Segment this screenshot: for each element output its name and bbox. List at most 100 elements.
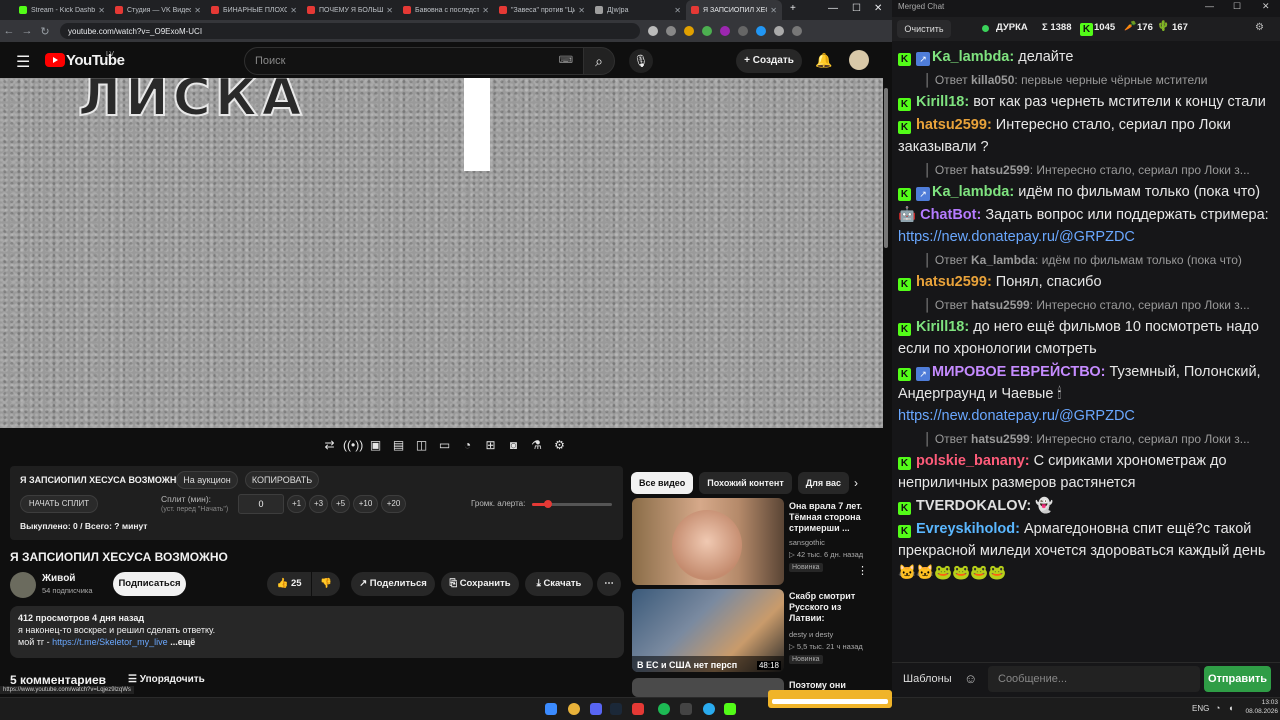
- chat-message[interactable]: K TVERDOKALOV: 👻: [898, 495, 1273, 517]
- alert-volume-slider[interactable]: [532, 500, 612, 508]
- tab-close-icon[interactable]: ✕: [194, 6, 201, 15]
- chat-settings-icon[interactable]: ⚙: [1255, 22, 1264, 33]
- chat-reply-context[interactable]: │ Ответ hatsu2599: Интересно стало, сери…: [898, 294, 1273, 316]
- chat-message[interactable]: K ↗ Ka_lambda: идём по фильмам только (пок…: [898, 181, 1273, 203]
- app-icon[interactable]: [632, 703, 644, 715]
- browser-tab[interactable]: ПОЧЕМУ Я БОЛЬШЕ ...✕: [302, 0, 398, 20]
- chat-username[interactable]: Ka_lambda: [932, 184, 1009, 200]
- reload-icon[interactable]: ↻: [36, 25, 54, 38]
- youtube-logo-icon[interactable]: [45, 53, 65, 67]
- hamburger-icon[interactable]: ☰: [16, 52, 30, 72]
- forward-icon[interactable]: →: [18, 25, 36, 37]
- split-step-button[interactable]: +10: [353, 495, 378, 513]
- kick-app-icon[interactable]: [724, 703, 736, 715]
- tab-close-icon[interactable]: ✕: [674, 6, 681, 15]
- more-actions-button[interactable]: ⋯: [597, 572, 621, 596]
- menu-icon[interactable]: [792, 26, 802, 36]
- camera-icon[interactable]: ◙: [504, 436, 523, 454]
- chat-minimize-button[interactable]: —: [1205, 1, 1214, 11]
- chat-message-list[interactable]: K ↗ Ka_lambda: делайте │ Ответ killa050: пе…: [898, 46, 1273, 658]
- chat-reply-context[interactable]: │ Ответ hatsu2599: Интересно стало, сери…: [898, 159, 1273, 181]
- browser-tab[interactable]: Stream - Kick Dashbo...✕: [14, 0, 110, 20]
- tab-close-icon[interactable]: ✕: [770, 6, 777, 15]
- search-button[interactable]: ⌕: [583, 47, 615, 75]
- chat-link[interactable]: https://new.donatepay.ru/@GRPZDC: [898, 229, 1135, 245]
- related-channel[interactable]: desty и desty: [789, 630, 879, 640]
- chat-link[interactable]: https://new.donatepay.ru/@GRPZDC: [898, 408, 1135, 424]
- browser-tab[interactable]: "Завеса" против "Циа..."✕: [494, 0, 590, 20]
- broadcast-icon[interactable]: ((•)): [343, 436, 363, 454]
- split-minutes-input[interactable]: 0: [238, 494, 284, 514]
- chat-message[interactable]: 🤖 ChatBot: Задать вопрос или поддержать …: [898, 204, 1273, 248]
- related-title[interactable]: Она врала 7 лет. Тёмная сторона стримерш…: [789, 501, 877, 534]
- dislike-button[interactable]: 👎: [312, 572, 340, 596]
- chat-username[interactable]: Ka_lambda: [932, 49, 1009, 65]
- chrome-icon[interactable]: [568, 703, 580, 715]
- emoji-icon[interactable]: ☺: [964, 671, 977, 686]
- chat-message[interactable]: Kpolskie_banany: С сириками хронометраж …: [898, 450, 1273, 494]
- related-thumbnail[interactable]: [632, 498, 784, 585]
- chat-message[interactable]: Khatsu2599: Интересно стало, сериал про …: [898, 114, 1273, 158]
- bell-icon[interactable]: 🔔: [815, 52, 832, 69]
- chat-message[interactable]: Khatsu2599: Понял, спасибо: [898, 271, 1273, 293]
- chat-username[interactable]: hatsu2599: [916, 274, 987, 290]
- clock-time[interactable]: 13:03: [1256, 699, 1278, 706]
- chat-message-input[interactable]: Сообщение...: [988, 666, 1200, 692]
- url-field[interactable]: youtube.com/watch?v=_O9ExoM-UCI: [60, 23, 640, 39]
- puzzle-icon[interactable]: [738, 26, 748, 36]
- chat-maximize-button[interactable]: ☐: [1233, 1, 1241, 12]
- telegram-icon[interactable]: [703, 703, 715, 715]
- film-icon[interactable]: ▤: [389, 436, 408, 454]
- keyboard-icon[interactable]: ⌨: [559, 48, 573, 74]
- search-input[interactable]: Поиск ⌨: [244, 47, 584, 75]
- chip-all-videos[interactable]: Все видео: [631, 472, 694, 494]
- fit-icon[interactable]: ◫: [412, 436, 431, 454]
- chat-reply-context[interactable]: │ Ответ killa050: первые черные чёрные м…: [898, 69, 1273, 91]
- chat-message[interactable]: K ↗ Ka_lambda: делайте: [898, 46, 1273, 68]
- sort-comments-button[interactable]: ☰ Упорядочить: [128, 674, 205, 685]
- chat-username[interactable]: polskie_banany: [916, 453, 1025, 469]
- split-step-button[interactable]: +3: [309, 495, 328, 513]
- telegram-link[interactable]: https://t.me/Skeletor_my_live: [52, 637, 168, 647]
- chat-message[interactable]: K ↗ МИРОВОЕ ЕВРЕЙСТВО: Туземный, Полонский…: [898, 361, 1273, 427]
- chat-username[interactable]: hatsu2599: [916, 117, 987, 133]
- split-step-button[interactable]: +1: [287, 495, 306, 513]
- minimize-button[interactable]: —: [828, 3, 838, 14]
- page-scrollbar[interactable]: [884, 88, 888, 248]
- chat-username[interactable]: ChatBot: [920, 207, 976, 223]
- cinema-icon[interactable]: ▭: [435, 436, 454, 454]
- mic-button[interactable]: 🎙: [629, 49, 653, 73]
- zoom-icon[interactable]: [648, 26, 658, 36]
- chat-username[interactable]: Kirill18: [916, 94, 964, 110]
- start-icon[interactable]: [545, 703, 557, 715]
- channel-name[interactable]: Живой: [42, 573, 75, 584]
- chat-reply-context[interactable]: │ Ответ hatsu2599: Интересно стало, сери…: [898, 428, 1273, 450]
- browser-tab[interactable]: Д[w]pa ✕: [590, 0, 686, 20]
- maximize-button[interactable]: ☐: [852, 3, 861, 14]
- chips-next-icon[interactable]: ›: [854, 476, 858, 490]
- related-more-icon[interactable]: ⋮: [857, 564, 868, 577]
- download-button[interactable]: ⤓ Скачать: [525, 572, 593, 596]
- discord-icon[interactable]: [590, 703, 602, 715]
- extension-icon[interactable]: [702, 26, 712, 36]
- auction-button[interactable]: На аукцион: [176, 471, 238, 489]
- chip-similar[interactable]: Похожий контент: [699, 472, 792, 494]
- alert-volume-knob[interactable]: [544, 500, 552, 508]
- start-split-button[interactable]: НАЧАТЬ СПЛИТ: [20, 495, 98, 513]
- split-step-button[interactable]: +20: [381, 495, 406, 513]
- tab-close-icon[interactable]: ✕: [578, 6, 585, 15]
- spotify-icon[interactable]: [658, 703, 670, 715]
- new-tab-button[interactable]: +: [790, 3, 796, 14]
- chat-message[interactable]: K Kirill18: до него ещё фильмов 10 посмот…: [898, 316, 1273, 360]
- extension-icon[interactable]: [684, 26, 694, 36]
- flask-icon[interactable]: ⚗: [527, 436, 546, 454]
- send-button[interactable]: Отправить: [1204, 666, 1271, 692]
- browser-tab[interactable]: БИНАРНЫЕ ПЛОХОП...✕: [206, 0, 302, 20]
- wifi-icon[interactable]: ◔: [1215, 703, 1220, 713]
- tab-close-icon[interactable]: ✕: [290, 6, 297, 15]
- volume-icon[interactable]: ◖: [1228, 703, 1233, 713]
- obs-icon[interactable]: [680, 703, 692, 715]
- copy-button[interactable]: КОПИРОВАТЬ: [245, 471, 319, 489]
- tab-close-icon[interactable]: ✕: [482, 6, 489, 15]
- related-thumbnail[interactable]: В ЕС и США нет персп 48:18: [632, 589, 784, 672]
